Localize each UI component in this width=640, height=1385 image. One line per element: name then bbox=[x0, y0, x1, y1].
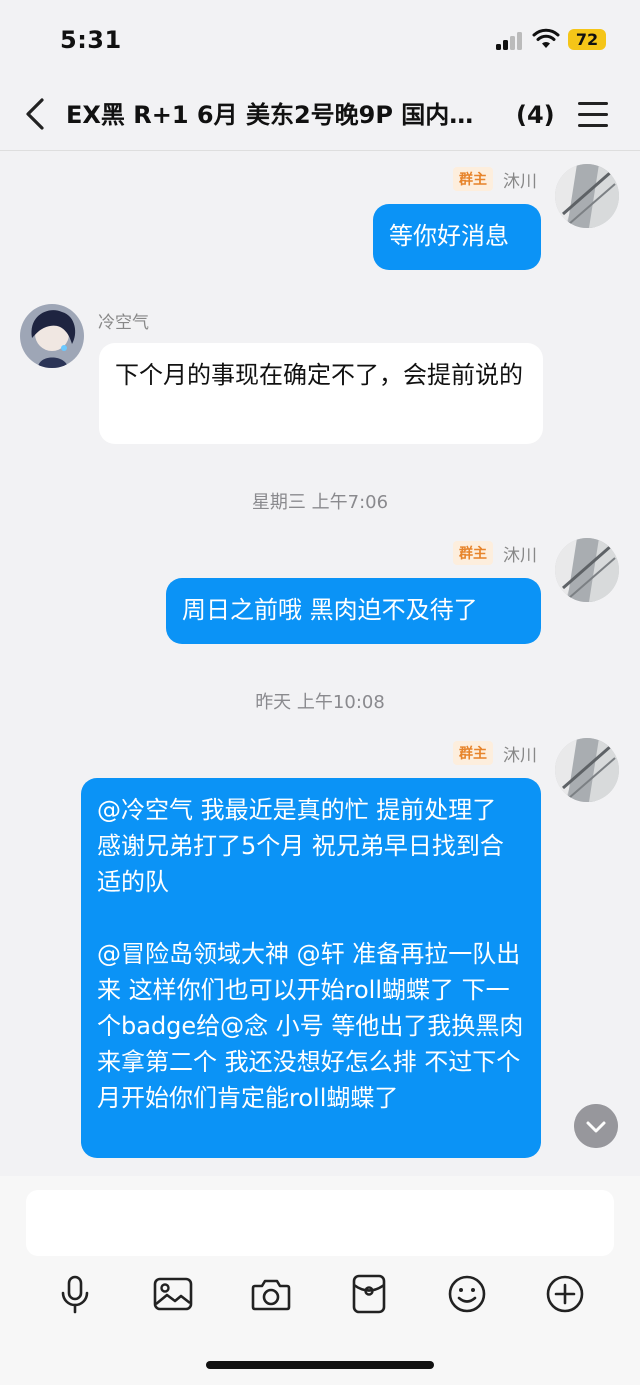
image-icon[interactable] bbox=[151, 1272, 195, 1316]
wifi-icon bbox=[532, 28, 560, 48]
sender-avatar[interactable] bbox=[20, 304, 84, 368]
owner-badge: 群主 bbox=[453, 167, 493, 191]
sender-name: 沐川 bbox=[503, 546, 537, 566]
scroll-to-bottom-button[interactable] bbox=[574, 1104, 618, 1148]
microphone-icon[interactable] bbox=[53, 1272, 97, 1316]
emoji-icon[interactable] bbox=[445, 1272, 489, 1316]
message-timestamp: 昨天 上午10:08 bbox=[255, 692, 385, 713]
composer bbox=[0, 1176, 640, 1385]
cellular-signal-icon bbox=[496, 32, 524, 50]
owner-badge: 群主 bbox=[453, 741, 493, 765]
status-time: 5:31 bbox=[60, 26, 122, 54]
group-title[interactable]: EX黑 R+1 6月 美东2号晚9P 国内… bbox=[66, 95, 506, 135]
chat-header: EX黑 R+1 6月 美东2号晚9P 国内… (4) bbox=[0, 80, 640, 151]
message-bubble[interactable]: @冷空气 我最近是真的忙 提前处理了 感谢兄弟打了5个月 祝兄弟早日找到合适的队… bbox=[81, 778, 541, 1158]
camera-icon[interactable] bbox=[249, 1272, 293, 1316]
member-count: (4) bbox=[516, 101, 555, 129]
status-bar: 5:31 72 bbox=[0, 0, 640, 80]
sender-name: 冷空气 bbox=[98, 313, 149, 333]
chat-message-list[interactable]: 群主 沐川 等你好消息 冷空气 下个月的事现在确定不了，会提前说的 星期三 上午… bbox=[0, 151, 640, 1176]
plus-icon[interactable] bbox=[543, 1272, 587, 1316]
my-avatar[interactable] bbox=[555, 538, 619, 602]
my-avatar[interactable] bbox=[555, 164, 619, 228]
my-avatar[interactable] bbox=[555, 738, 619, 802]
message-bubble[interactable]: 下个月的事现在确定不了，会提前说的 bbox=[99, 343, 543, 444]
message-bubble[interactable]: 等你好消息 bbox=[373, 204, 541, 270]
sender-name: 沐川 bbox=[503, 746, 537, 766]
sender-name: 沐川 bbox=[503, 172, 537, 192]
home-indicator bbox=[206, 1361, 434, 1369]
message-timestamp: 星期三 上午7:06 bbox=[251, 492, 389, 513]
message-bubble[interactable]: 周日之前哦 黑肉迫不及待了 bbox=[166, 578, 541, 644]
battery-indicator: 72 bbox=[568, 29, 606, 50]
back-arrow-icon[interactable] bbox=[20, 94, 50, 134]
owner-badge: 群主 bbox=[453, 541, 493, 565]
message-input[interactable] bbox=[26, 1190, 614, 1256]
menu-icon[interactable] bbox=[578, 100, 610, 130]
red-packet-icon[interactable] bbox=[347, 1272, 391, 1316]
